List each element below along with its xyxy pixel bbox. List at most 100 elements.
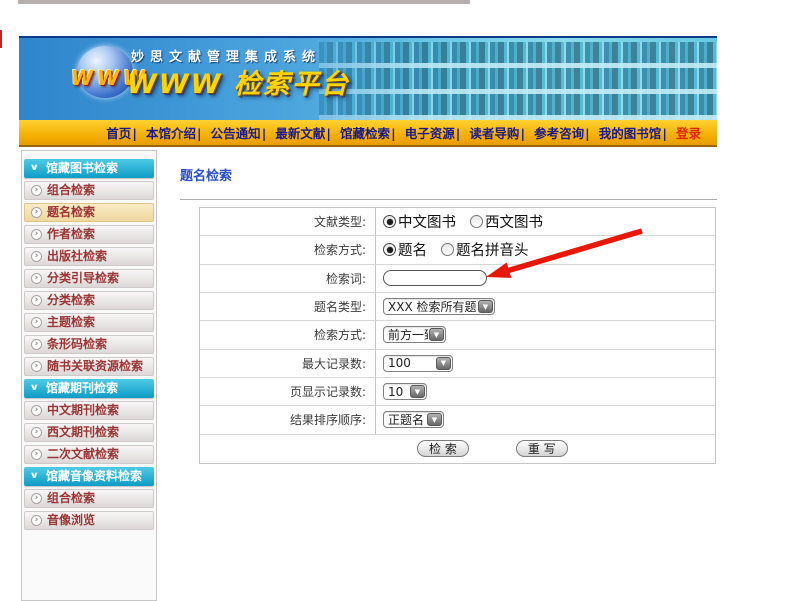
nav-separator: | <box>662 126 667 141</box>
sidebar-item-av-browse[interactable]: › 音像浏览 <box>24 511 154 530</box>
max-records-select[interactable]: 100 ▼ <box>383 355 453 372</box>
sidebar-item-label: 题名检索 <box>47 203 95 222</box>
sidebar-item-label: 组合检索 <box>47 489 95 508</box>
sidebar-item-subject-search[interactable]: › 主题检索 <box>24 313 154 332</box>
dropdown-arrow-icon[interactable]: ▼ <box>478 300 493 313</box>
nav-item-my-library[interactable]: 我的图书馆 <box>599 126 662 141</box>
arrow-circle-icon: › <box>31 273 42 284</box>
dropdown-arrow-icon[interactable]: ▼ <box>429 328 444 341</box>
max-records-label: 最大记录数: <box>200 350 376 378</box>
window-edge-strip <box>18 0 470 4</box>
login-link[interactable]: 登录 <box>676 126 701 141</box>
arrow-circle-icon: › <box>31 207 42 218</box>
sidebar-section-audio-visual[interactable]: ∨ 馆藏音像资料检索 <box>24 467 154 486</box>
radio-chinese-books[interactable] <box>383 215 396 228</box>
match-mode-select[interactable]: 前方一致 ▼ <box>383 326 446 343</box>
sidebar-item-combo-search[interactable]: › 组合检索 <box>24 181 154 200</box>
sidebar-item-author-search[interactable]: › 作者检索 <box>24 225 154 244</box>
sidebar-item-class-search[interactable]: › 分类检索 <box>24 291 154 310</box>
nav-item-e-resources[interactable]: 电子资源 <box>405 126 455 141</box>
nav-separator: | <box>132 126 137 141</box>
arrow-circle-icon: › <box>31 361 42 372</box>
nav-separator: | <box>520 126 525 141</box>
match-mode-cell: 前方一致 ▼ <box>376 321 715 349</box>
title-type-cell: XXX 检索所有题名 ▼ <box>376 293 715 321</box>
sidebar-item-publisher-search[interactable]: › 出版社检索 <box>24 247 154 266</box>
sidebar-section-books[interactable]: ∨ 馆藏图书检索 <box>24 159 154 178</box>
select-value: 前方一致 <box>384 326 428 343</box>
radio-western-books[interactable] <box>470 215 483 228</box>
nav-item-new-documents[interactable]: 最新文献 <box>275 126 325 141</box>
sort-order-cell: 正题名 ▼ <box>376 406 715 434</box>
sidebar-item-label: 组合检索 <box>47 181 95 200</box>
title-type-select[interactable]: XXX 检索所有题名 ▼ <box>383 298 495 315</box>
search-button[interactable]: 检 索 <box>417 440 469 457</box>
page-title: 题名检索 <box>180 165 232 184</box>
sidebar-item-label: 中文期刊检索 <box>47 401 119 420</box>
sidebar-item-attached-resource-search[interactable]: › 随书关联资源检索 <box>24 357 154 376</box>
search-term-cell <box>376 265 715 293</box>
nav-item-reference[interactable]: 参考咨询 <box>534 126 584 141</box>
arrow-circle-icon: › <box>31 515 42 526</box>
reset-button[interactable]: 重 写 <box>516 440 568 457</box>
platform-name: WWW 检索平台 <box>127 62 350 101</box>
arrow-circle-icon: › <box>31 229 42 240</box>
sidebar-item-title-search[interactable]: › 题名检索 <box>24 203 154 222</box>
search-mode-label: 检索方式: <box>200 236 376 264</box>
nav-item-announcements[interactable]: 公告通知 <box>211 126 261 141</box>
chevron-down-icon: ∨ <box>30 379 43 398</box>
sidebar-section-label: 馆藏音像资料检索 <box>46 467 142 486</box>
nav-item-home[interactable]: 首页 <box>106 126 131 141</box>
page: WWW 妙思文献管理集成系统 WWW 检索平台 首页| 本馆介绍| 公告通知| … <box>0 0 806 601</box>
form-actions: 检 索 重 写 <box>200 435 715 463</box>
select-value: 100 <box>384 356 435 370</box>
sidebar-item-class-guide-search[interactable]: › 分类引导检索 <box>24 269 154 288</box>
sidebar-item-label: 主题检索 <box>47 313 95 332</box>
radio-label: 题名 <box>398 239 427 260</box>
nav-separator: | <box>197 126 202 141</box>
nav-separator: | <box>262 126 267 141</box>
radio-title[interactable] <box>383 243 396 256</box>
radio-label: 题名拼音头 <box>456 239 529 260</box>
nav-separator: | <box>326 126 331 141</box>
title-type-label: 题名类型: <box>200 293 376 321</box>
arrow-circle-icon: › <box>31 339 42 350</box>
nav-separator: | <box>456 126 461 141</box>
sidebar-item-western-journal-search[interactable]: › 西文期刊检索 <box>24 423 154 442</box>
nav-item-reader-guide[interactable]: 读者导购 <box>469 126 519 141</box>
sidebar: ∨ 馆藏图书检索 › 组合检索 › 题名检索 › 作者检索 › 出版社检索 › … <box>21 150 157 601</box>
dropdown-arrow-icon[interactable]: ▼ <box>427 413 442 426</box>
page-size-label: 页显示记录数: <box>200 378 376 406</box>
sidebar-item-label: 分类引导检索 <box>47 269 119 288</box>
doc-type-label: 文献类型: <box>200 208 376 236</box>
max-records-cell: 100 ▼ <box>376 350 715 378</box>
title-search-form: 文献类型: 中文图书 西文图书 检索方式: 题名 题名拼音头 检索词: 题名类型… <box>199 207 716 464</box>
nav-item-catalog-search[interactable]: 馆藏检索 <box>340 126 390 141</box>
search-term-input[interactable] <box>383 270 487 286</box>
radio-title-pinyin[interactable] <box>441 243 454 256</box>
screen-edge-artifact <box>0 30 2 48</box>
sidebar-item-label: 分类检索 <box>47 291 95 310</box>
radio-label: 中文图书 <box>398 211 456 232</box>
arrow-circle-icon: › <box>31 185 42 196</box>
arrow-circle-icon: › <box>31 427 42 438</box>
sort-order-select[interactable]: 正题名 ▼ <box>383 411 444 428</box>
sidebar-item-barcode-search[interactable]: › 条形码检索 <box>24 335 154 354</box>
page-size-select[interactable]: 10 ▼ <box>383 383 427 400</box>
radio-label: 西文图书 <box>485 211 543 232</box>
sidebar-item-label: 音像浏览 <box>47 511 95 530</box>
dropdown-arrow-icon[interactable]: ▼ <box>436 357 451 370</box>
top-navbar: 首页| 本馆介绍| 公告通知| 最新文献| 馆藏检索| 电子资源| 读者导购| … <box>19 120 717 147</box>
sidebar-item-av-combo-search[interactable]: › 组合检索 <box>24 489 154 508</box>
nav-separator: | <box>391 126 396 141</box>
sidebar-item-chinese-journal-search[interactable]: › 中文期刊检索 <box>24 401 154 420</box>
search-mode-options: 题名 题名拼音头 <box>376 236 715 264</box>
nav-item-about[interactable]: 本馆介绍 <box>146 126 196 141</box>
sidebar-item-secondary-doc-search[interactable]: › 二次文献检索 <box>24 445 154 464</box>
nav-separator: | <box>585 126 590 141</box>
select-value: XXX 检索所有题名 <box>384 298 477 315</box>
sidebar-section-journals[interactable]: ∨ 馆藏期刊检索 <box>24 379 154 398</box>
sidebar-item-label: 随书关联资源检索 <box>47 357 143 376</box>
dropdown-arrow-icon[interactable]: ▼ <box>410 385 425 398</box>
search-term-label: 检索词: <box>200 265 376 293</box>
